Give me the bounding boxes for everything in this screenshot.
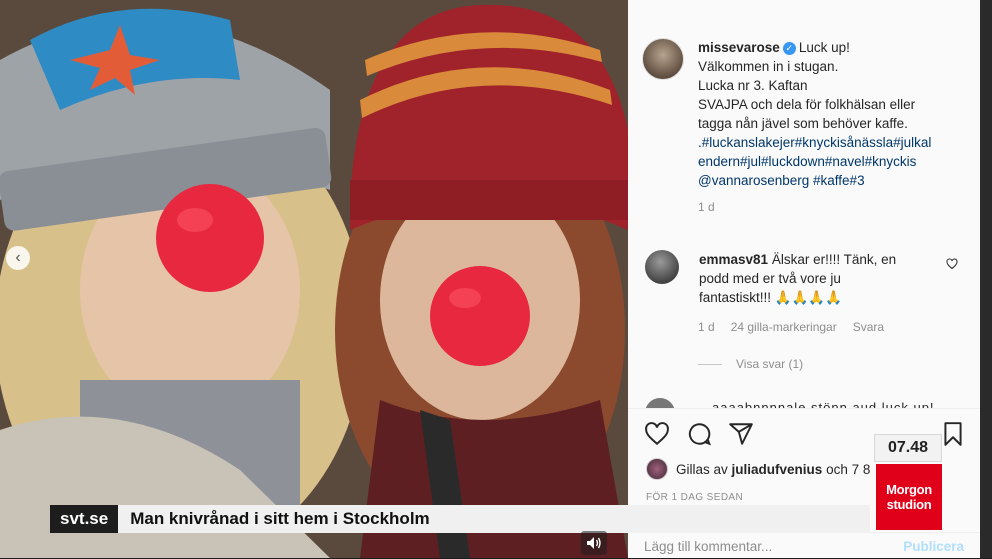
liked-by-suffix[interactable]: och 7 8: [826, 462, 870, 477]
commenter-username[interactable]: emmasv81: [699, 252, 768, 267]
post-age[interactable]: 1 d: [698, 198, 931, 217]
comment-line: podd med er två vore ju: [699, 271, 841, 286]
comment-likes-count[interactable]: 24 gilla-markeringar: [731, 320, 837, 334]
comment-reply-button[interactable]: Svara: [853, 320, 884, 334]
speaker-icon[interactable]: [581, 531, 607, 555]
comment-line: Älskar er!!!! Tänk, en: [771, 252, 897, 267]
liked-by-user[interactable]: juliadufvenius: [732, 462, 823, 477]
hashtag-line[interactable]: endern#jul#luckdown#navel#knyckis: [698, 152, 931, 171]
news-ticker: svt.se Man knivrånad i sitt hem i Stockh…: [50, 505, 870, 533]
comment-icon[interactable]: [686, 421, 712, 447]
hashtag-line[interactable]: @vannarosenberg #kaffe#3: [698, 171, 931, 190]
view-replies-label: Visa svar (1): [736, 357, 804, 371]
frame-edge: [980, 0, 992, 558]
caption-line: tagga nån jävel som behöver kaffe.: [698, 116, 908, 131]
post-photo[interactable]: ‹: [0, 0, 628, 558]
liker-avatar[interactable]: [646, 458, 668, 480]
caption-line: SVAJPA och dela för folkhälsan eller: [698, 97, 916, 112]
comment-age[interactable]: 1 d: [698, 320, 715, 334]
commenter-avatar[interactable]: [645, 250, 679, 284]
comment-line: fantastiskt!!! 🙏🙏🙏🙏: [699, 290, 843, 305]
liked-by-prefix: Gillas av: [676, 461, 728, 477]
post-timestamp: FÖR 1 DAG SEDAN: [646, 492, 744, 503]
program-logo-line2: studion: [886, 497, 932, 512]
replies-line: [698, 363, 722, 365]
publish-button[interactable]: Publicera: [903, 539, 964, 554]
post-photo-illustration: [0, 0, 628, 558]
previous-photo-button[interactable]: ‹: [6, 246, 30, 270]
post-actions: [644, 421, 754, 447]
author-avatar[interactable]: [642, 38, 684, 80]
caption-line: Luck up!: [798, 40, 850, 55]
add-comment-input[interactable]: Lägg till kommentar...: [644, 539, 772, 554]
broadcast-clock: 07.48: [874, 434, 942, 462]
author-username[interactable]: missevarose: [698, 40, 780, 55]
hashtag-line[interactable]: .#luckanslakejer#knyckisånässla#julkal: [698, 133, 931, 152]
caption-line: Välkommen in i stugan.: [698, 59, 839, 74]
comment-like-heart-icon[interactable]: [946, 258, 958, 270]
program-logo-line1: Morgon: [886, 482, 932, 497]
post-caption: missevarose ✓ Luck up! Välkommen in i stug…: [642, 38, 972, 217]
caption-text: missevarose ✓ Luck up! Välkommen in i stug…: [698, 38, 931, 217]
ticker-headline: Man knivrånad i sitt hem i Stockholm: [118, 505, 870, 533]
speaker-glyph: [587, 537, 601, 549]
comment-meta: 1 d 24 gilla-markeringar Svara: [698, 320, 884, 334]
program-logo: Morgon studion: [876, 464, 942, 530]
add-comment-bar: Lägg till kommentar... Publicera: [628, 532, 980, 559]
share-icon[interactable]: [728, 421, 754, 447]
next-commenter-avatar[interactable]: [645, 398, 675, 408]
next-comment-text: aaaabnnnnale stönn aud luck up!: [712, 400, 935, 408]
verified-badge-icon: ✓: [782, 41, 796, 55]
comment-item: emmasv81 Älskar er!!!! Tänk, en podd med…: [642, 250, 972, 307]
divider: [628, 408, 980, 409]
ticker-source: svt.se: [50, 505, 119, 533]
view-replies-button[interactable]: Visa svar (1): [698, 357, 803, 371]
comment-text: emmasv81 Älskar er!!!! Tänk, en podd med…: [699, 250, 937, 307]
liked-by-line: Gillas av juliadufvenius och 7 8: [646, 458, 870, 480]
next-comment-partial: aaaabnnnnale stönn aud luck up!: [642, 396, 972, 408]
chevron-left-icon: ‹: [15, 249, 21, 266]
heart-icon[interactable]: [644, 421, 670, 447]
bookmark-icon[interactable]: [940, 421, 966, 447]
caption-line: Lucka nr 3. Kaftan: [698, 78, 808, 93]
